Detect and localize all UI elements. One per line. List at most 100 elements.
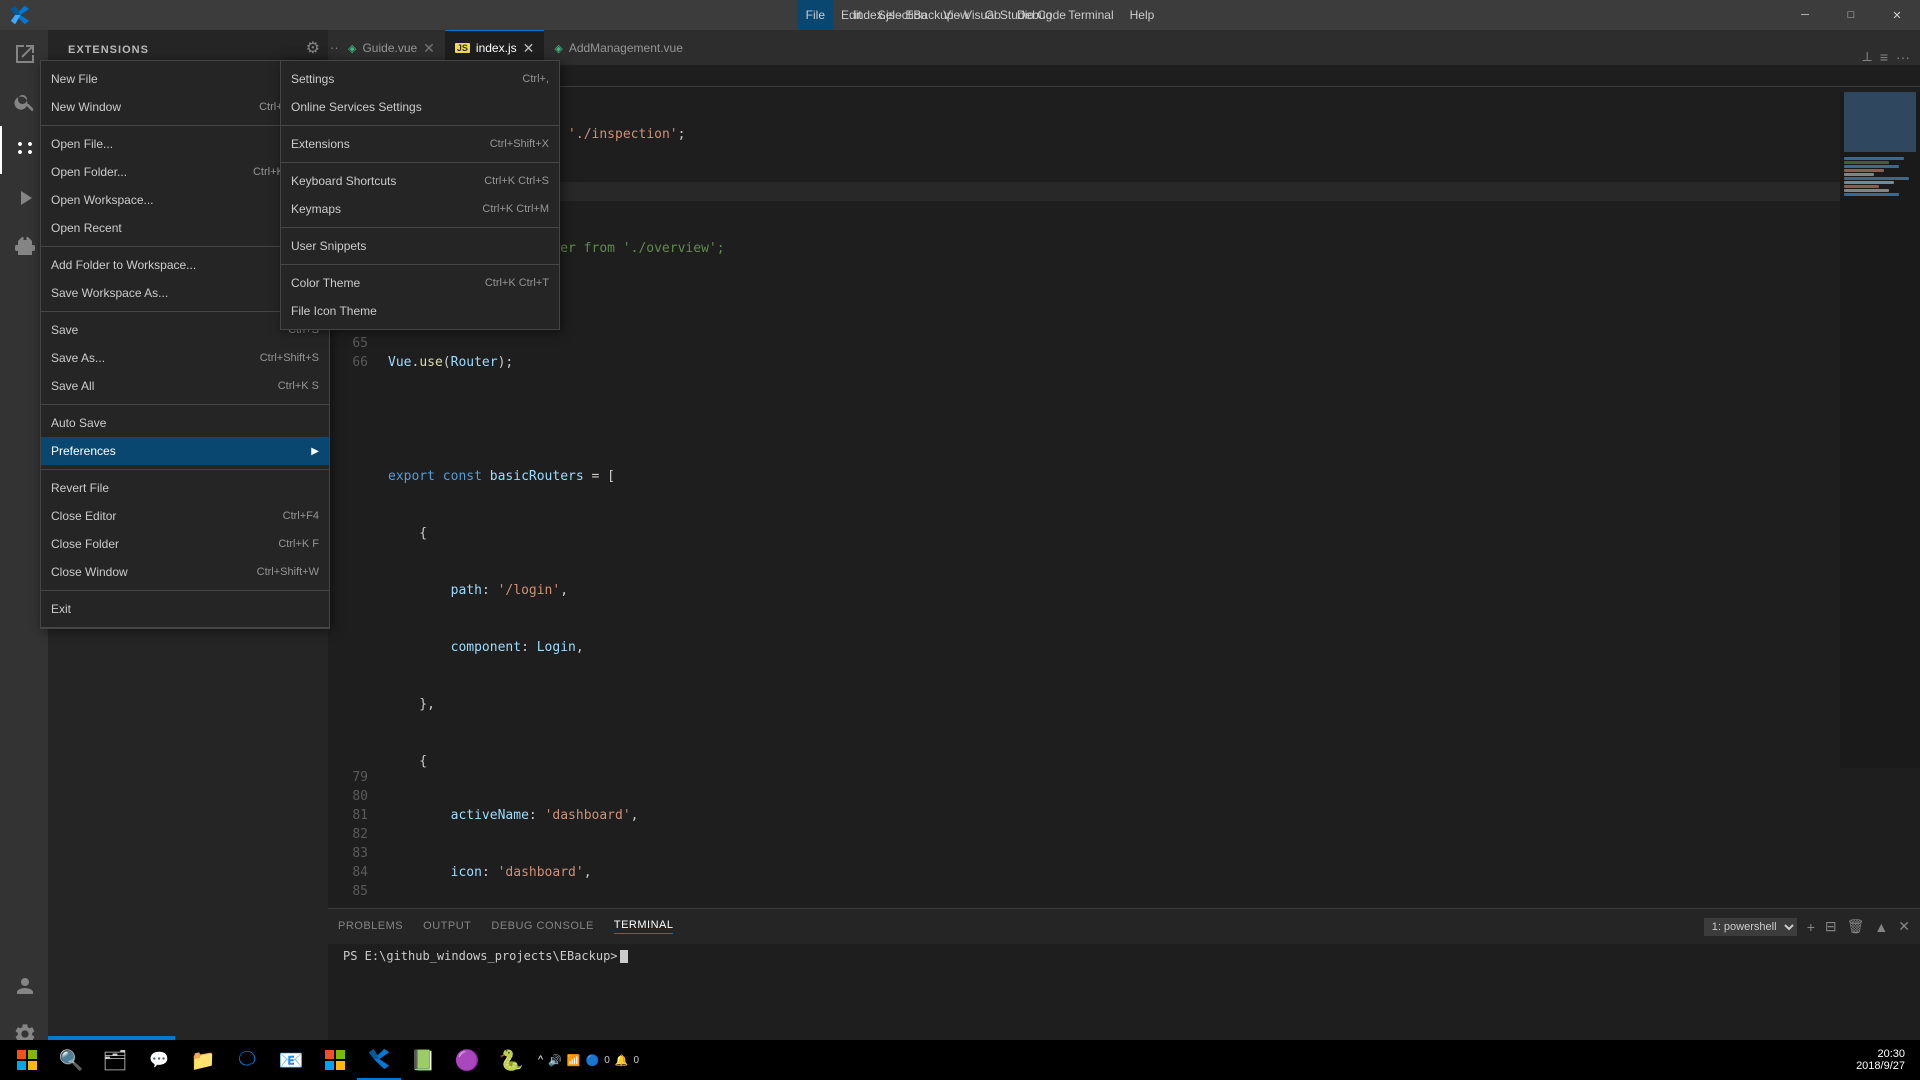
split-editor-icon[interactable]: ⟂ — [1862, 48, 1871, 65]
code-editor[interactable]: 52 53 54 55 56 57 58 59 60 61 62 63 64 6… — [328, 87, 1920, 908]
close-panel-btn[interactable]: ✕ — [1898, 918, 1910, 935]
taskbar-start[interactable] — [5, 1040, 49, 1080]
preferences-arrow-icon: ▶ — [311, 446, 319, 457]
minimap-line-4 — [1844, 169, 1884, 172]
terminal-shell-select[interactable]: 1: powershell — [1704, 918, 1797, 936]
menu-terminal[interactable]: Terminal — [1060, 0, 1121, 30]
tabs-bar: ··· ◈ Guide.vue ✕ JS index.js ✕ ◈ AddMan… — [328, 30, 1920, 65]
taskbar-ps[interactable]: 🟣 — [445, 1040, 489, 1080]
taskbar-edge[interactable] — [225, 1040, 269, 1080]
taskbar-chat[interactable]: 💬 — [137, 1040, 181, 1080]
tray-notification[interactable]: 🔔 — [615, 1054, 629, 1067]
code-line-59: { — [388, 524, 1840, 543]
pref-file-icon-theme-label: File Icon Theme — [291, 304, 377, 318]
panel-tab-problems[interactable]: PROBLEMS — [338, 920, 403, 934]
panel-tab-terminal[interactable]: TERMINAL — [614, 919, 674, 934]
file-menu-section-6: Revert File Close Editor Ctrl+F4 Close F… — [41, 470, 329, 591]
taskbar-search[interactable]: 🔍 — [49, 1040, 93, 1080]
menu-close-editor[interactable]: Close Editor Ctrl+F4 — [41, 502, 329, 530]
pref-settings-shortcut: Ctrl+, — [522, 73, 549, 85]
file-menu-section-5: Auto Save Preferences ▶ — [41, 405, 329, 470]
tab-icon-guide: ◈ — [348, 42, 356, 55]
kill-terminal-btn[interactable]: 🗑 — [1847, 918, 1865, 935]
pref-user-snippets[interactable]: User Snippets — [281, 232, 559, 260]
ln-80: 80 — [328, 787, 368, 806]
minimap-canvas — [1840, 92, 1920, 768]
taskbar-excel[interactable]: 📗 — [401, 1040, 445, 1080]
editor-area: ··· ◈ Guide.vue ✕ JS index.js ✕ ◈ AddMan… — [328, 30, 1920, 1058]
menu-save-as[interactable]: Save As... Ctrl+Shift+S — [41, 344, 329, 372]
panel-tab-debug[interactable]: DEBUG CONSOLE — [491, 920, 593, 934]
maximize-button[interactable]: □ — [1828, 0, 1874, 30]
menu-close-window[interactable]: Close Window Ctrl+Shift+W — [41, 558, 329, 586]
new-terminal-btn[interactable]: + — [1807, 919, 1815, 935]
menu-open-recent-label: Open Recent — [51, 221, 122, 235]
clock-date: 2018/9/27 — [1856, 1060, 1905, 1072]
minimap-line-1 — [1844, 157, 1904, 160]
menu-revert-file-label: Revert File — [51, 481, 109, 495]
code-line-57 — [388, 410, 1840, 429]
tab-addmgmt[interactable]: ◈ AddManagement.vue — [544, 30, 693, 65]
menu-save-all-label: Save All — [51, 379, 94, 393]
terminal-content[interactable]: PS E:\github_windows_projects\EBackup> — [328, 944, 1920, 968]
pref-keymaps[interactable]: Keymaps Ctrl+K Ctrl+M — [281, 195, 559, 223]
pref-settings[interactable]: Settings Ctrl+, — [281, 65, 559, 93]
code-content[interactable]: import inspection from './inspection'; /… — [378, 87, 1840, 768]
minimap-line-3 — [1844, 165, 1899, 168]
terminal-cursor — [620, 950, 628, 963]
more-actions-icon[interactable]: ··· — [1896, 49, 1910, 65]
tray-badge2: 0 — [634, 1055, 640, 1066]
menu-close-folder[interactable]: Close Folder Ctrl+K F — [41, 530, 329, 558]
minimize-button[interactable]: ─ — [1782, 0, 1828, 30]
tabs-overflow[interactable]: ··· — [328, 35, 338, 60]
taskbar-task-view[interactable]: 🗂 — [93, 1040, 137, 1080]
taskbar-store[interactable] — [313, 1040, 357, 1080]
menu-preferences[interactable]: Preferences ▶ — [41, 437, 329, 465]
maximize-panel-btn[interactable]: ▲ — [1874, 919, 1888, 935]
pref-online-services[interactable]: Online Services Settings — [281, 93, 559, 121]
split-terminal-btn[interactable]: ⊟ — [1825, 918, 1837, 935]
tab-close-index[interactable]: ✕ — [523, 40, 535, 57]
tray-volume[interactable]: 🔊 — [548, 1054, 562, 1067]
menu-file[interactable]: File — [798, 0, 833, 30]
taskbar-py[interactable]: 🐍 — [489, 1040, 533, 1080]
menu-revert-file[interactable]: Revert File — [41, 474, 329, 502]
tray-network[interactable]: 📶 — [567, 1054, 581, 1067]
menu-new-window-label: New Window — [51, 100, 121, 114]
menu-auto-save[interactable]: Auto Save — [41, 409, 329, 437]
close-button[interactable]: ✕ — [1874, 0, 1920, 30]
menu-open-workspace-label: Open Workspace... — [51, 193, 154, 207]
taskbar-vscode[interactable] — [357, 1040, 401, 1080]
pref-color-theme[interactable]: Color Theme Ctrl+K Ctrl+T — [281, 269, 559, 297]
title-bar: File Edit Selection View Go Debug Termin… — [0, 0, 1920, 30]
tab-label-guide: Guide.vue — [362, 41, 417, 55]
sidebar-gear-icon[interactable]: ⚙ — [306, 38, 320, 58]
file-menu-section-7: Exit — [41, 591, 329, 628]
code-line-62: }, — [388, 695, 1840, 714]
panel-tab-output[interactable]: OUTPUT — [423, 920, 471, 934]
activity-accounts[interactable] — [0, 962, 48, 1010]
taskbar-clock[interactable]: 20:30 2018/9/27 — [1856, 1048, 1915, 1072]
tab-close-guide[interactable]: ✕ — [423, 40, 435, 57]
menu-help[interactable]: Help — [1122, 0, 1163, 30]
tray-bluetooth[interactable]: 🔵 — [586, 1054, 600, 1067]
taskbar-mail[interactable]: 📧 — [269, 1040, 313, 1080]
tray-caret[interactable]: ^ — [538, 1054, 543, 1066]
code-line-61: component: Login, — [388, 638, 1840, 657]
pref-file-icon-theme[interactable]: File Icon Theme — [281, 297, 559, 325]
taskbar-explorer[interactable]: 📁 — [181, 1040, 225, 1080]
code-content-bottom[interactable]: activeName: 'dashboard', icon: 'dashboar… — [378, 768, 1840, 908]
pref-color-theme-label: Color Theme — [291, 276, 360, 290]
code-line-60: path: '/login', — [388, 581, 1840, 600]
window-title: index.js - EBackup - Visual Studio Code — [854, 8, 1066, 22]
menu-exit[interactable]: Exit — [41, 595, 329, 623]
terminal-panel: PROBLEMS OUTPUT DEBUG CONSOLE TERMINAL 1… — [328, 908, 1920, 1058]
pref-keyboard-shortcuts[interactable]: Keyboard Shortcuts Ctrl+K Ctrl+S — [281, 167, 559, 195]
minimap-bottom — [1840, 768, 1920, 908]
menu-save-all[interactable]: Save All Ctrl+K S — [41, 372, 329, 400]
pref-extensions[interactable]: Extensions Ctrl+Shift+X — [281, 130, 559, 158]
toggle-panel-icon[interactable]: ≡ — [1880, 49, 1888, 65]
menu-auto-save-label: Auto Save — [51, 416, 106, 430]
ln-81: 81 — [328, 806, 368, 825]
minimap-line-5 — [1844, 173, 1874, 176]
